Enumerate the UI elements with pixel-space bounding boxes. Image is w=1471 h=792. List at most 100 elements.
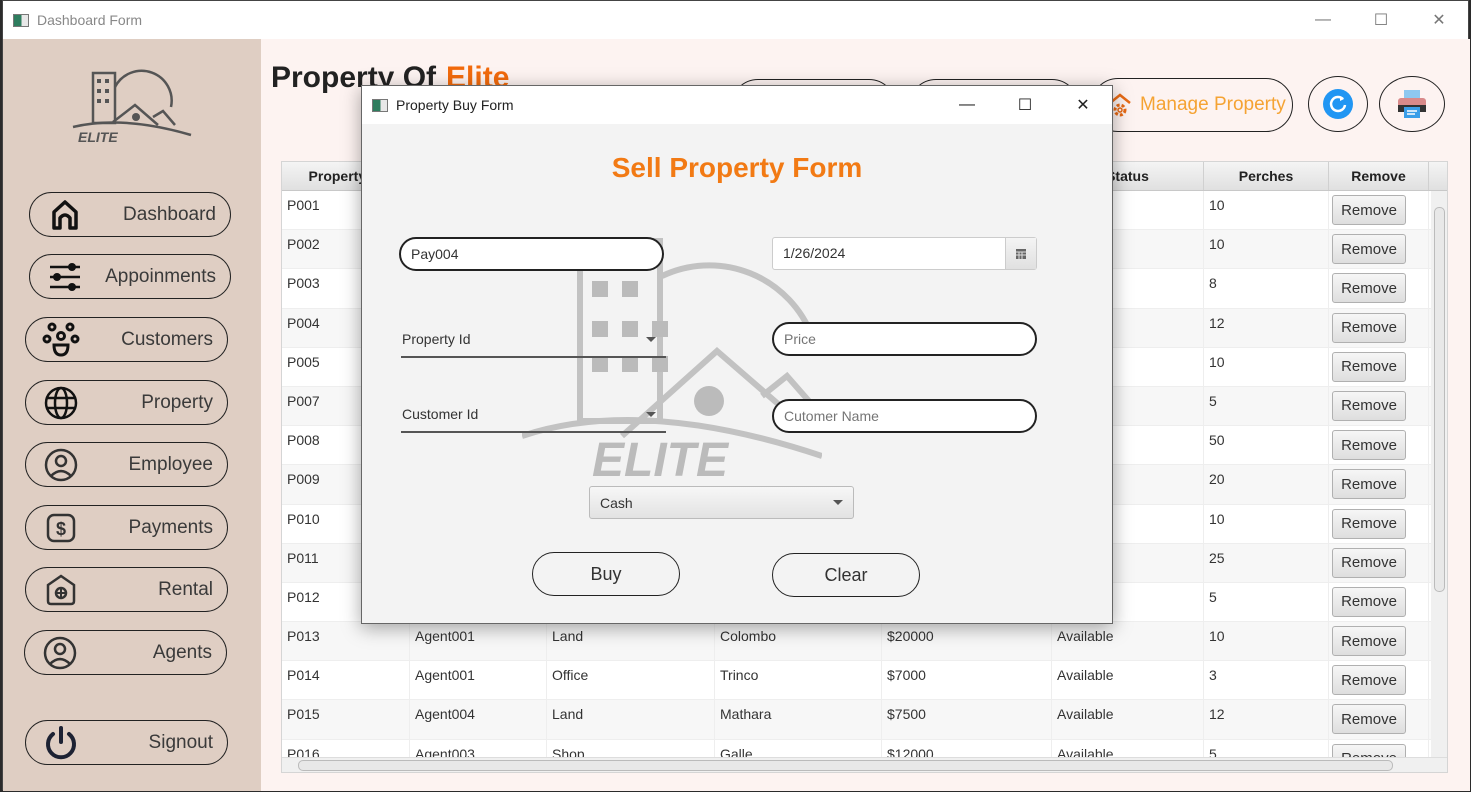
- customer-name-input[interactable]: [772, 399, 1037, 433]
- svg-text:ELITE: ELITE: [592, 434, 730, 486]
- column-header[interactable]: Perches: [1204, 162, 1329, 190]
- user-circle-icon: [43, 636, 77, 669]
- print-button[interactable]: [1379, 76, 1445, 132]
- column-header[interactable]: Remove: [1329, 162, 1429, 190]
- table-cell: Remove: [1329, 308, 1429, 347]
- table-cell: Remove: [1329, 426, 1429, 465]
- table-cell: 25: [1204, 543, 1329, 582]
- sidebar-item-customers[interactable]: Customers: [25, 317, 228, 362]
- table-cell: Trinco: [715, 661, 882, 700]
- table-cell: Remove: [1329, 661, 1429, 700]
- table-row[interactable]: P013 Agent001 Land Colombo $20000 Available 10…: [282, 622, 1447, 662]
- minimize-icon[interactable]: —: [938, 86, 996, 124]
- svg-text:$: $: [56, 519, 66, 539]
- table-cell: Colombo: [715, 622, 882, 661]
- chevron-down-icon: [646, 336, 656, 342]
- remove-button[interactable]: Remove: [1332, 704, 1406, 735]
- table-cell: 8: [1204, 269, 1329, 308]
- table-cell: $7000: [882, 661, 1052, 700]
- table-cell: 3: [1204, 661, 1329, 700]
- property-buy-dialog: Property Buy Form — ☐ ✕ Sell Property Fo…: [361, 85, 1113, 624]
- buy-button[interactable]: Buy: [532, 552, 680, 596]
- window-title: Dashboard Form: [37, 12, 143, 28]
- maximize-icon[interactable]: ☐: [1352, 1, 1410, 39]
- remove-button[interactable]: Remove: [1332, 390, 1406, 421]
- table-cell: 10: [1204, 504, 1329, 543]
- remove-button[interactable]: Remove: [1332, 273, 1406, 304]
- table-cell: Remove: [1329, 386, 1429, 426]
- sidebar-item-employee[interactable]: Employee: [25, 442, 228, 487]
- remove-button[interactable]: Remove: [1332, 547, 1406, 578]
- sidebar-item-appoinments[interactable]: Appoinments: [29, 254, 231, 299]
- minimize-icon[interactable]: —: [1294, 1, 1352, 39]
- elite-logo: ELITE: [72, 69, 192, 145]
- vertical-scrollbar[interactable]: [1431, 191, 1447, 759]
- table-cell: Land: [547, 622, 715, 661]
- table-cell: Remove: [1329, 582, 1429, 622]
- close-icon[interactable]: ✕: [1054, 86, 1112, 124]
- app-icon: [13, 13, 29, 27]
- dollar-icon: $: [46, 513, 76, 542]
- sidebar-item-dashboard[interactable]: Dashboard: [29, 192, 231, 237]
- table-cell: 12: [1204, 308, 1329, 347]
- window-titlebar: Dashboard Form — ☐ ✕: [3, 1, 1468, 39]
- remove-button[interactable]: Remove: [1332, 586, 1406, 617]
- sidebar-item-signout[interactable]: Signout: [25, 720, 228, 765]
- table-cell: Agent001: [410, 622, 547, 661]
- chevron-down-icon: [646, 411, 656, 417]
- calendar-icon[interactable]: [1005, 238, 1036, 269]
- close-icon[interactable]: ✕: [1410, 1, 1468, 39]
- power-icon: [46, 725, 76, 759]
- horizontal-scroll-thumb[interactable]: [298, 760, 1393, 771]
- table-cell: $20000: [882, 622, 1052, 661]
- remove-button[interactable]: Remove: [1332, 508, 1406, 539]
- table-cell: 10: [1204, 230, 1329, 269]
- dialog-titlebar: Property Buy Form — ☐ ✕: [362, 86, 1112, 124]
- payment-method-select[interactable]: Cash: [589, 486, 854, 519]
- table-row[interactable]: P015 Agent004 Land Mathara $7500 Available 12 R…: [282, 700, 1447, 740]
- table-cell: Remove: [1329, 269, 1429, 308]
- price-input[interactable]: [772, 322, 1037, 356]
- horizontal-scrollbar[interactable]: [282, 757, 1447, 772]
- remove-button[interactable]: Remove: [1332, 234, 1406, 265]
- remove-button[interactable]: Remove: [1332, 469, 1406, 500]
- maximize-icon[interactable]: ☐: [996, 86, 1054, 124]
- table-cell: Remove: [1329, 700, 1429, 739]
- table-cell: Mathara: [715, 700, 882, 739]
- table-cell: 50: [1204, 426, 1329, 465]
- table-cell: Available: [1052, 661, 1204, 700]
- clear-button[interactable]: Clear: [772, 553, 920, 597]
- sidebar-item-rental[interactable]: Rental: [25, 567, 228, 612]
- table-cell: 5: [1204, 386, 1329, 426]
- form-heading: Sell Property Form: [611, 152, 863, 183]
- remove-button[interactable]: Remove: [1332, 351, 1406, 382]
- sidebar-item-property[interactable]: Property: [25, 380, 228, 425]
- date-picker[interactable]: 1/26/2024: [772, 237, 1037, 270]
- property-id-combo[interactable]: Property Id: [401, 322, 666, 358]
- remove-button[interactable]: Remove: [1332, 430, 1406, 461]
- table-cell: 12: [1204, 700, 1329, 739]
- table-row[interactable]: P014 Agent001 Office Trinco $7000 Available 3 R…: [282, 661, 1447, 701]
- date-value[interactable]: 1/26/2024: [773, 238, 1005, 269]
- remove-button[interactable]: Remove: [1332, 665, 1406, 696]
- payment-id-input[interactable]: [399, 237, 664, 271]
- table-cell: Available: [1052, 700, 1204, 739]
- customer-id-combo[interactable]: Customer Id: [401, 397, 666, 433]
- svg-text:ELITE: ELITE: [78, 129, 118, 145]
- dialog-title: Property Buy Form: [396, 97, 514, 113]
- table-cell: 10: [1204, 622, 1329, 661]
- sliders-icon: [50, 262, 80, 291]
- refresh-button[interactable]: [1308, 76, 1368, 132]
- table-cell: P015: [282, 700, 410, 739]
- chevron-down-icon: [833, 500, 843, 505]
- remove-button[interactable]: Remove: [1332, 626, 1406, 657]
- table-cell: Remove: [1329, 622, 1429, 661]
- sidebar-item-agents[interactable]: Agents: [24, 630, 227, 675]
- manage-property-button[interactable]: Manage Property: [1091, 78, 1293, 132]
- table-cell: 5: [1204, 582, 1329, 622]
- remove-button[interactable]: Remove: [1332, 312, 1406, 343]
- vertical-scroll-thumb[interactable]: [1434, 207, 1445, 592]
- remove-button[interactable]: Remove: [1332, 195, 1406, 225]
- table-cell: Agent001: [410, 661, 547, 700]
- sidebar-item-payments[interactable]: $ Payments: [25, 505, 228, 550]
